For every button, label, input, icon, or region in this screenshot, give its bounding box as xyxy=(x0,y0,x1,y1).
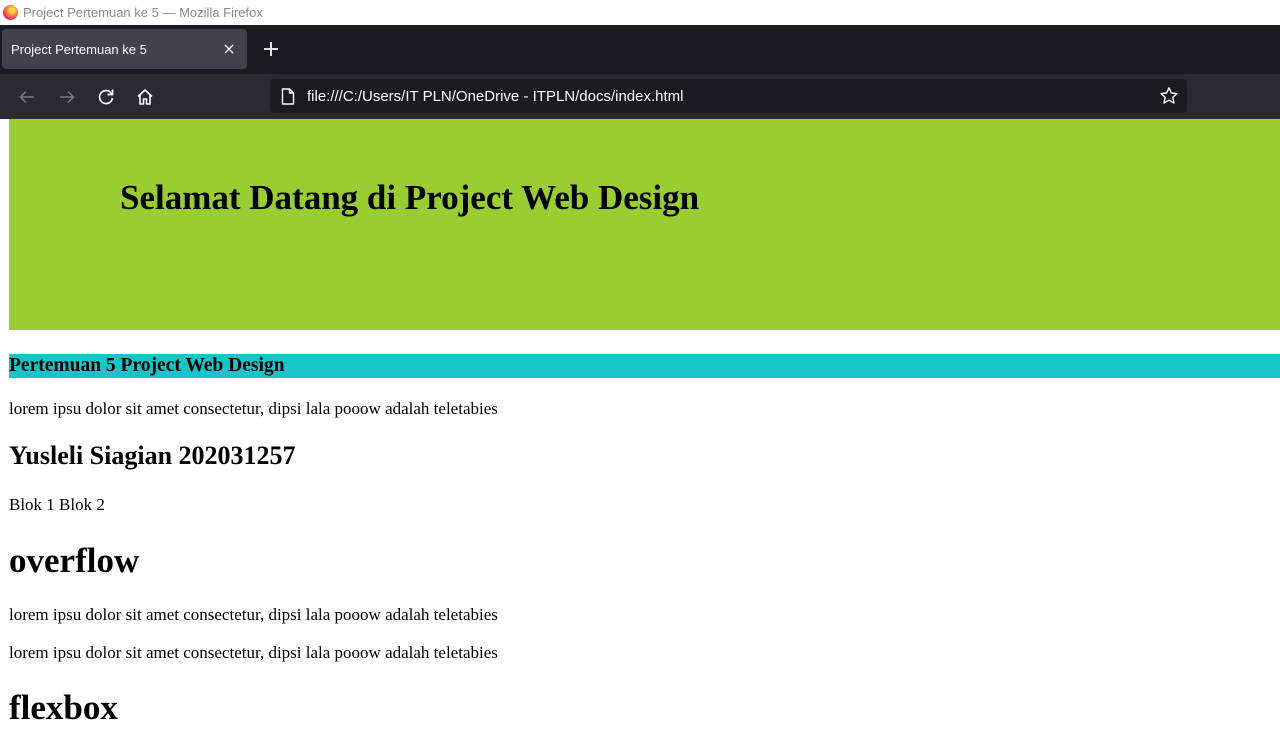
reload-button[interactable] xyxy=(91,82,121,112)
reload-icon xyxy=(98,89,114,105)
blocks-text: Blok 1 Blok 2 xyxy=(9,495,105,514)
forward-arrow-icon xyxy=(60,90,75,104)
forward-button[interactable] xyxy=(52,82,82,112)
plus-icon xyxy=(264,42,278,56)
overflow-heading: overflow xyxy=(9,541,140,580)
page-viewport: Selamat Datang di Project Web Design Per… xyxy=(0,119,1280,741)
paragraph-lorem-3: lorem ipsu dolor sit amet consectetur, d… xyxy=(9,643,498,662)
window-title: Project Pertemuan ke 5 — Mozilla Firefox xyxy=(23,5,263,20)
back-button[interactable] xyxy=(12,82,42,112)
flexbox-heading: flexbox xyxy=(9,688,118,727)
section-title-bar: Pertemuan 5 Project Web Design xyxy=(9,354,1280,378)
author-heading: Yusleli Siagian 202031257 xyxy=(9,441,296,470)
home-button[interactable] xyxy=(130,82,160,112)
section-title: Pertemuan 5 Project Web Design xyxy=(9,355,285,376)
address-bar[interactable]: file:///C:/Users/IT PLN/OneDrive - ITPLN… xyxy=(270,79,1187,113)
paragraph-lorem-1: lorem ipsu dolor sit amet consectetur, d… xyxy=(9,399,498,418)
tab-label: Project Pertemuan ke 5 xyxy=(11,41,147,57)
window-titlebar: Project Pertemuan ke 5 — Mozilla Firefox xyxy=(0,0,1280,25)
page-icon xyxy=(279,87,297,105)
banner-title: Selamat Datang di Project Web Design xyxy=(120,178,700,217)
navigation-toolbar: file:///C:/Users/IT PLN/OneDrive - ITPLN… xyxy=(0,74,1280,119)
tab-project-pertemuan[interactable]: Project Pertemuan ke 5 xyxy=(2,29,247,69)
close-icon[interactable] xyxy=(219,39,239,59)
firefox-logo-icon xyxy=(3,5,18,20)
tab-strip: Project Pertemuan ke 5 xyxy=(0,25,1280,74)
home-icon xyxy=(137,89,153,105)
star-icon xyxy=(1160,87,1178,104)
new-tab-button[interactable] xyxy=(257,35,285,63)
paragraph-lorem-2: lorem ipsu dolor sit amet consectetur, d… xyxy=(9,605,498,624)
header-banner: Selamat Datang di Project Web Design xyxy=(9,119,1280,330)
bookmark-star-button[interactable] xyxy=(1157,84,1181,108)
url-text[interactable]: file:///C:/Users/IT PLN/OneDrive - ITPLN… xyxy=(307,88,1157,105)
back-arrow-icon xyxy=(19,90,34,104)
